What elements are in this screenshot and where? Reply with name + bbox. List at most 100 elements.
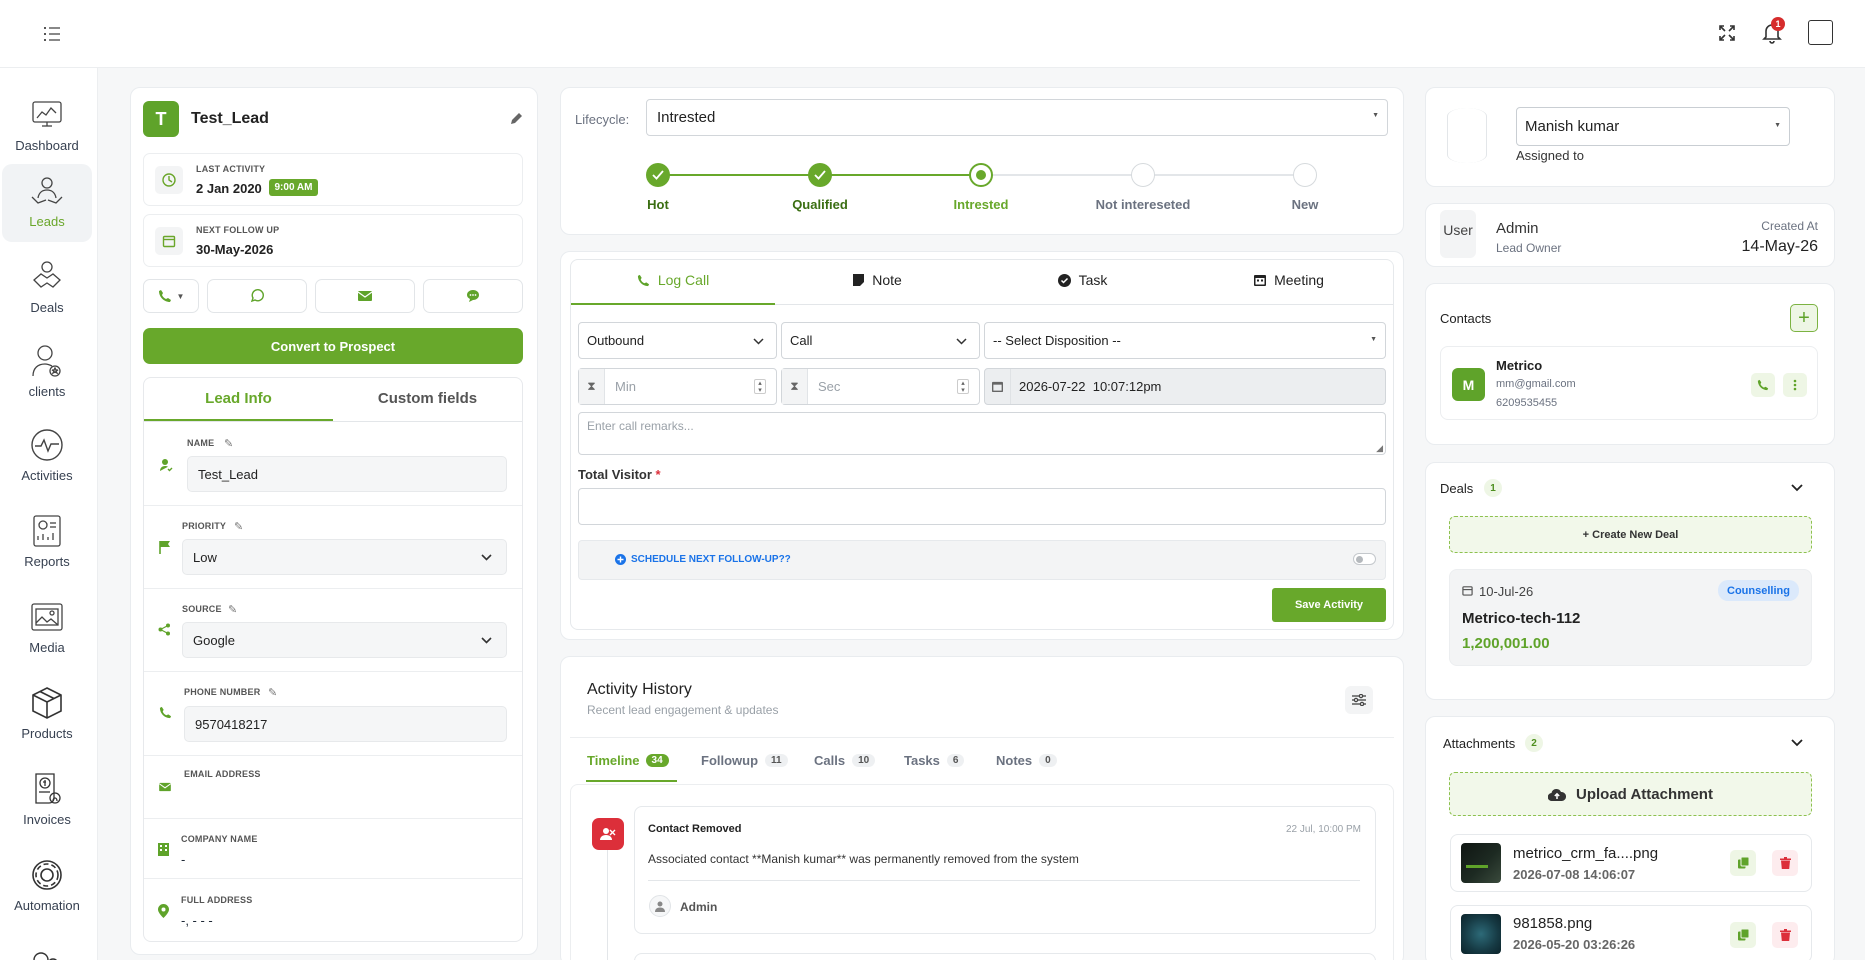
phone-field[interactable]: 9570418217 [184,706,507,742]
count-badge: 0 [1039,754,1057,767]
tab-followup[interactable]: Followup 11 [701,753,788,768]
tab-lead-info[interactable]: Lead Info [144,390,333,407]
stage-dot-hot[interactable] [646,163,670,187]
copy-attachment-button[interactable] [1730,922,1756,948]
upload-attachment-button[interactable]: Upload Attachment [1449,772,1812,816]
call-remarks-textarea[interactable]: Enter call remarks... ◢ [578,412,1386,455]
stepper-icon[interactable]: ▴ ▾ [957,379,969,394]
plus-circle-icon [615,554,626,565]
edit-priority-icon[interactable]: ✎ [234,520,243,533]
sidebar-item-products[interactable]: Products [2,676,92,754]
filter-settings-button[interactable] [1345,686,1373,714]
calendar-icon [985,369,1011,404]
delete-attachment-button[interactable] [1772,850,1798,876]
trash-icon [1779,929,1791,941]
menu-toggle-icon[interactable] [43,25,61,43]
author-avatar [649,895,671,917]
owner-card [1425,203,1835,267]
sms-button[interactable] [423,279,523,313]
resize-handle-icon[interactable]: ◢ [1376,443,1383,454]
contact-more-button[interactable] [1783,373,1807,397]
stage-label-hot: Hot [647,197,669,212]
tab-custom-fields[interactable]: Custom fields [333,390,522,407]
chevron-down-icon[interactable] [1791,739,1803,747]
call-dropdown-button[interactable]: ▼ [143,279,199,313]
gear-icon [32,860,62,890]
edit-phone-icon[interactable]: ✎ [268,686,277,699]
user-remove-icon [592,818,624,850]
edit-source-icon[interactable]: ✎ [228,603,237,616]
sidebar-item-leads[interactable]: Leads [2,164,92,242]
sidebar: Dashboard Leads Deals clients Activities… [0,68,98,960]
user-avatar[interactable] [1808,20,1833,45]
name-field[interactable]: Test_Lead [187,456,507,492]
tab-log-call[interactable]: Log Call [571,272,775,288]
edit-name-icon[interactable]: ✎ [224,437,233,450]
more-nav-icon[interactable] [27,948,65,960]
add-contact-button[interactable]: + [1790,304,1818,332]
direction-select[interactable]: Outbound [578,322,777,359]
source-select[interactable]: Google [182,622,507,658]
company-value[interactable]: - [181,852,185,867]
total-visitor-input[interactable] [578,488,1386,525]
stage-dot-intrested[interactable] [969,163,993,187]
duration-sec-input[interactable]: ⧗ Sec ▴ ▾ [781,368,980,405]
lifecycle-label: Lifecycle: [575,112,630,127]
stage-dot-qualified[interactable] [808,163,832,187]
sidebar-item-reports[interactable]: Reports [2,504,92,582]
company-label: COMPANY NAME [181,834,258,844]
edit-lead-icon[interactable] [509,112,523,126]
entry-author: Admin [680,900,718,914]
chevron-down-icon[interactable] [1791,484,1803,492]
note-icon [853,274,865,286]
count-badge: 11 [765,754,788,767]
assignee-name: Manish kumar [1525,118,1620,135]
sidebar-item-deals[interactable]: Deals [2,250,92,328]
envelope-icon [358,291,372,301]
create-new-deal-button[interactable]: + Create New Deal [1449,516,1812,553]
datetime-input[interactable]: 2026-07-22 10:07:12pm [984,368,1386,405]
email-button[interactable] [315,279,415,313]
fullscreen-icon[interactable] [1719,25,1735,41]
duration-min-input[interactable]: ⧗ Min ▴ ▾ [578,368,777,405]
tab-meeting[interactable]: Meeting [1185,272,1393,288]
delete-attachment-button[interactable] [1772,922,1798,948]
convert-to-prospect-button[interactable]: Convert to Prospect [143,328,523,364]
leads-icon [31,177,63,204]
disposition-select[interactable]: -- Select Disposition -- ▼ [984,322,1386,359]
tab-timeline[interactable]: Timeline 34 [587,753,669,768]
save-activity-button[interactable]: Save Activity [1272,588,1386,622]
stage-dot-new[interactable] [1293,163,1317,187]
priority-select[interactable]: Low [182,539,507,575]
sidebar-item-dashboard[interactable]: Dashboard [2,88,92,166]
user-check-icon [160,459,173,472]
attachment-item[interactable] [1450,834,1812,892]
sidebar-item-activities[interactable]: Activities [2,418,92,496]
sidebar-item-label: Media [29,640,65,655]
sidebar-item-label: Dashboard [15,138,79,153]
assignee-select[interactable]: Manish kumar ▼ [1516,107,1790,146]
sidebar-item-clients[interactable]: clients [2,334,92,412]
stepper-icon[interactable]: ▴ ▾ [754,379,766,394]
schedule-toggle[interactable] [1353,553,1376,565]
address-value[interactable]: -, - - - [181,913,213,928]
sidebar-item-invoices[interactable]: Invoices [2,762,92,840]
whatsapp-button[interactable] [207,279,307,313]
tab-tasks[interactable]: Tasks 6 [904,753,965,768]
tab-note[interactable]: Note [775,272,980,288]
tab-calls[interactable]: Calls 10 [814,753,876,768]
schedule-follow-up-label[interactable]: SCHEDULE NEXT FOLLOW-UP?? [631,554,791,565]
tab-notes[interactable]: Notes 0 [996,753,1057,768]
lifecycle-select[interactable]: Intrested ▼ [646,99,1388,136]
divider [144,671,522,672]
stage-dot-not-intereseted[interactable] [1131,163,1155,187]
copy-attachment-button[interactable] [1730,850,1756,876]
tab-task[interactable]: Task [980,272,1185,288]
call-contact-button[interactable] [1751,373,1775,397]
attachment-name: metrico_crm_fa....png [1513,845,1659,862]
last-activity-label: LAST ACTIVITY [196,164,266,174]
stage-label-qualified: Qualified [792,197,848,212]
type-select[interactable]: Call [781,322,980,359]
sidebar-item-automation[interactable]: Automation [2,848,92,926]
sidebar-item-media[interactable]: Media [2,590,92,668]
